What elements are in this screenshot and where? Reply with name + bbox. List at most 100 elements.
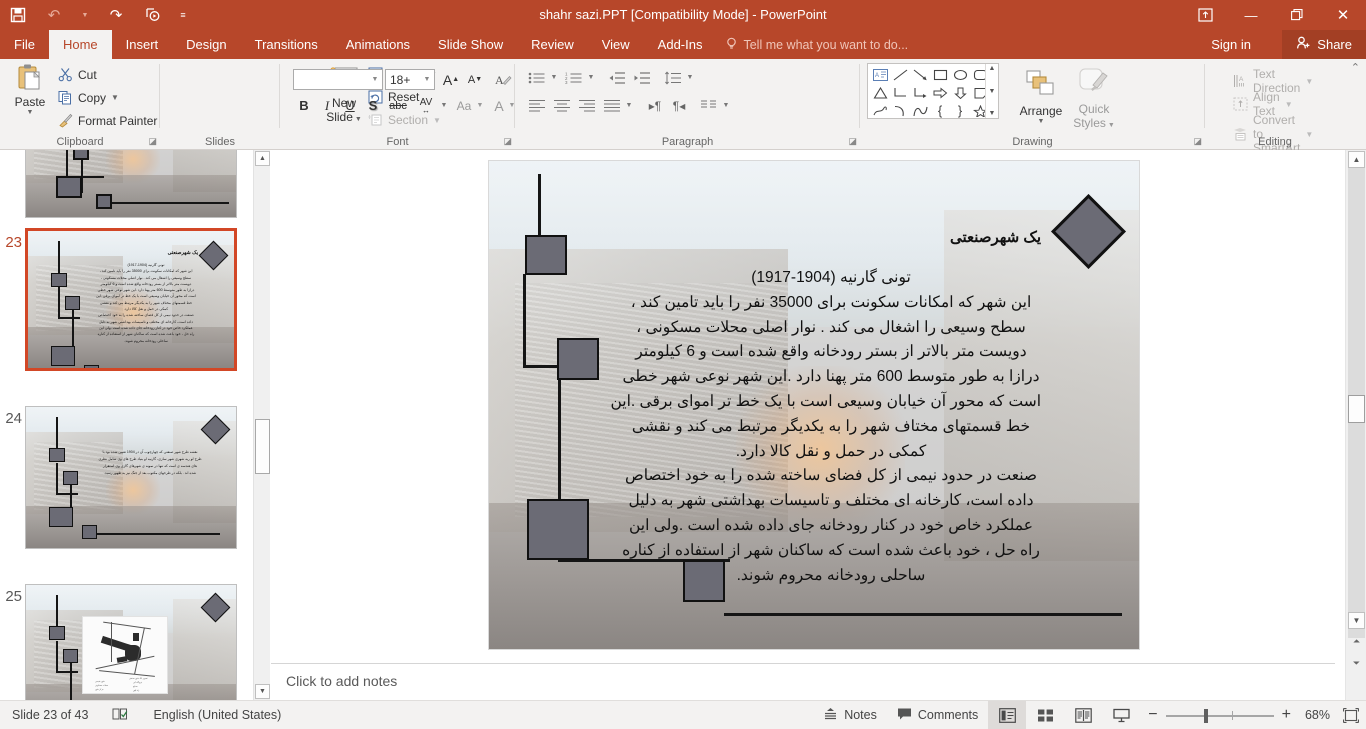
redo-icon[interactable]: ↷	[98, 0, 134, 30]
character-spacing-dropdown-icon[interactable]: ▼	[438, 95, 450, 116]
align-center-button[interactable]	[550, 95, 574, 116]
paragraph-dialog-launcher[interactable]: ◪	[848, 136, 857, 147]
shapes-gallery-scrollbar[interactable]: ▲ ▼ ▼	[985, 64, 998, 118]
undo-icon[interactable]: ↶	[36, 0, 72, 30]
shape-right-brace-icon[interactable]: }	[950, 102, 970, 119]
tell-me-search[interactable]: Tell me what you want to do...	[716, 30, 918, 59]
notes-button[interactable]: Notes	[813, 701, 887, 729]
shape-left-brace-icon[interactable]: {	[930, 102, 950, 119]
character-spacing-button[interactable]: AV ↔	[413, 95, 439, 116]
start-presentation-icon[interactable]	[134, 0, 170, 30]
undo-dropdown-icon[interactable]: ▼	[72, 0, 98, 30]
copy-dropdown-icon[interactable]: ▼	[111, 93, 119, 102]
minimize-icon[interactable]: —	[1228, 0, 1274, 30]
slide-scroll-up-icon[interactable]: ▲	[1348, 151, 1365, 168]
rtl-direction-button[interactable]: ¶◂	[667, 95, 691, 116]
share-button[interactable]: Share	[1282, 30, 1366, 59]
tab-review[interactable]: Review	[517, 30, 588, 59]
shape-triangle-icon[interactable]	[870, 84, 890, 101]
slide-thumbnail-pane[interactable]: 23 یک شهرصنعتی تونی گارنیه (1904-1917) ا…	[0, 150, 253, 700]
columns-button[interactable]	[697, 95, 721, 116]
shape-oval-icon[interactable]	[950, 66, 970, 83]
justify-button[interactable]	[600, 95, 624, 116]
slide-thumbnail[interactable]: نقشه طرح شهر صنعتی که چهارچوب آن در 1904…	[25, 406, 237, 549]
font-name-input[interactable]: ▼	[293, 69, 383, 90]
fit-slide-to-window-button[interactable]	[1336, 701, 1366, 729]
tab-file[interactable]: File	[0, 30, 49, 59]
format-painter-button[interactable]: Format Painter	[58, 113, 157, 128]
close-icon[interactable]: ✕	[1320, 0, 1366, 30]
thumbnail-scrollbar[interactable]: ▲ ▼	[253, 150, 270, 700]
save-icon[interactable]	[0, 0, 36, 30]
spell-check-button[interactable]	[98, 701, 143, 729]
shape-down-arrow-icon[interactable]	[950, 84, 970, 101]
shrink-font-button[interactable]: A ▼	[464, 69, 486, 90]
slide-scrollbar[interactable]: ▲ ▼ ⏶ ⏷	[1345, 150, 1366, 700]
thumbnail-scroll-up-icon[interactable]: ▲	[255, 151, 270, 166]
tab-add-ins[interactable]: Add-Ins	[644, 30, 717, 59]
change-case-dropdown-icon[interactable]: ▼	[474, 95, 486, 116]
reading-view-button[interactable]	[1064, 701, 1102, 729]
tab-view[interactable]: View	[588, 30, 644, 59]
gallery-scroll-up-icon[interactable]: ▲	[989, 65, 996, 72]
thumbnail-scroll-down-icon[interactable]: ▼	[255, 684, 270, 699]
quick-styles-button[interactable]: Quick Styles ▼	[1068, 63, 1120, 133]
underline-button[interactable]: U	[339, 95, 361, 116]
arrange-button[interactable]: Arrange ▼	[1012, 63, 1070, 125]
slide-scrollbar-thumb[interactable]	[1348, 395, 1365, 423]
current-slide[interactable]: یک شهرصنعتی تونی گارنیه (1904-1917) این ش…	[488, 160, 1140, 650]
shape-arc-icon[interactable]	[890, 102, 910, 119]
slide-counter[interactable]: Slide 23 of 43	[0, 701, 98, 729]
notes-pane[interactable]: Click to add notes	[271, 663, 1335, 700]
language-indicator[interactable]: English (United States)	[143, 701, 291, 729]
bold-button[interactable]: B	[293, 95, 315, 116]
thumbnail-scrollbar-thumb[interactable]	[255, 419, 270, 474]
bullets-dropdown-icon[interactable]: ▼	[548, 67, 560, 88]
cut-button[interactable]: Cut	[58, 67, 97, 82]
slide-body[interactable]: تونی گارنیه (1904-1917) این شهر که امکانا…	[611, 266, 1042, 588]
font-dialog-launcher[interactable]: ◪	[503, 136, 512, 147]
columns-dropdown-icon[interactable]: ▼	[720, 95, 732, 116]
shape-elbow-arrow-icon[interactable]	[910, 84, 930, 101]
tab-transitions[interactable]: Transitions	[241, 30, 332, 59]
gallery-more-icon[interactable]: ▼	[989, 110, 996, 117]
font-name-chevron-down-icon[interactable]: ▼	[368, 76, 382, 83]
text-shadow-button[interactable]: S	[362, 95, 384, 116]
ribbon-display-options-icon[interactable]	[1182, 0, 1228, 30]
increase-indent-button[interactable]	[630, 67, 654, 88]
grow-font-button[interactable]: A ▲	[440, 69, 462, 90]
slide-sorter-view-button[interactable]	[1026, 701, 1064, 729]
collapse-ribbon-icon[interactable]: ⌃	[1351, 61, 1360, 74]
bullets-button[interactable]	[525, 67, 549, 88]
copy-button[interactable]: Copy ▼	[58, 90, 119, 105]
slide-scroll-down-icon[interactable]: ▼	[1348, 612, 1365, 629]
tab-design[interactable]: Design	[172, 30, 240, 59]
shape-line-icon[interactable]	[890, 66, 910, 83]
customize-qat-icon[interactable]: ≡	[170, 0, 196, 30]
tab-slide-show[interactable]: Slide Show	[424, 30, 517, 59]
slide-editing-stage[interactable]: یک شهرصنعتی تونی گارنیه (1904-1917) این ش…	[271, 150, 1335, 663]
shape-curve-icon[interactable]	[910, 102, 930, 119]
sign-in-button[interactable]: Sign in	[1201, 30, 1261, 59]
clipboard-dialog-launcher[interactable]: ◪	[148, 136, 157, 147]
restore-icon[interactable]	[1274, 0, 1320, 30]
normal-view-button[interactable]	[988, 700, 1027, 729]
strikethrough-button[interactable]: abc	[385, 95, 411, 116]
font-size-chevron-down-icon[interactable]: ▼	[420, 76, 434, 83]
clear-formatting-button[interactable]: A	[492, 69, 514, 90]
next-slide-icon[interactable]: ⏷	[1348, 655, 1365, 672]
tab-insert[interactable]: Insert	[112, 30, 173, 59]
shapes-gallery[interactable]: A { } ▲ ▼ ▼	[867, 63, 999, 119]
drawing-dialog-launcher[interactable]: ◪	[1193, 136, 1202, 147]
shape-scribble-icon[interactable]	[870, 102, 890, 119]
line-spacing-dropdown-icon[interactable]: ▼	[684, 67, 696, 88]
italic-button[interactable]: I	[316, 95, 338, 116]
gallery-scroll-down-icon[interactable]: ▼	[989, 88, 996, 95]
decrease-indent-button[interactable]	[605, 67, 629, 88]
font-size-input[interactable]: 18+ ▼	[385, 69, 435, 90]
numbering-button[interactable]: 123	[562, 67, 586, 88]
slide-thumbnail[interactable]	[25, 150, 237, 218]
align-right-button[interactable]	[575, 95, 599, 116]
tab-home[interactable]: Home	[48, 30, 112, 59]
tab-animations[interactable]: Animations	[332, 30, 424, 59]
